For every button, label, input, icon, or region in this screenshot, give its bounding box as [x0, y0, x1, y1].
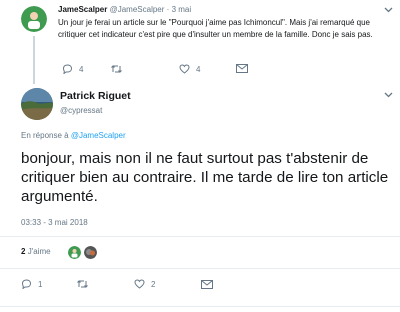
thread-connector-line — [33, 36, 35, 84]
retweet-icon — [110, 64, 123, 74]
retweet-button[interactable] — [76, 279, 95, 289]
like-count: 4 — [196, 64, 201, 74]
reply-button[interactable]: 4 — [62, 64, 83, 74]
header-separator: · — [166, 5, 170, 14]
in-reply-prefix: En réponse à — [21, 131, 69, 140]
parent-tweet-text: Un jour je ferai un article sur le "Pour… — [58, 18, 373, 39]
main-tweet-text: bonjour, mais non il ne faut surtout pas… — [21, 150, 389, 205]
parent-tweet-header: JameScalper @JameScalper · 3 mai — [58, 5, 191, 14]
liker-avatar[interactable] — [68, 246, 81, 259]
in-reply-to: En réponse à @JameScalper — [21, 131, 126, 140]
chevron-down-icon[interactable] — [384, 7, 393, 13]
parent-tweet-time[interactable]: 3 mai — [172, 5, 192, 14]
likes-summary-count: 2 — [21, 247, 26, 256]
retweet-icon — [76, 279, 89, 289]
reply-icon — [62, 64, 73, 74]
direct-message-button[interactable] — [236, 64, 248, 73]
parent-author-name[interactable]: JameScalper — [58, 5, 107, 14]
heart-icon — [179, 64, 190, 74]
avatar-patrick-riguet[interactable] — [21, 88, 53, 120]
liker-avatar[interactable] — [84, 246, 97, 259]
chevron-down-icon[interactable] — [384, 92, 393, 98]
main-tweet-timestamp[interactable]: 03:33 - 3 mai 2018 — [21, 218, 88, 227]
like-count: 2 — [151, 279, 156, 289]
parent-tweet-actions: 4 4 — [62, 64, 362, 76]
heart-icon — [134, 279, 145, 289]
avatar-jamescalper[interactable] — [21, 6, 47, 32]
reply-button[interactable]: 1 — [21, 279, 42, 289]
divider — [0, 236, 400, 237]
reply-count: 4 — [79, 64, 84, 74]
envelope-icon — [201, 280, 213, 289]
parent-author-handle[interactable]: @JameScalper — [110, 5, 165, 14]
reply-count: 1 — [38, 279, 43, 289]
main-tweet-actions: 1 2 — [21, 279, 351, 291]
retweet-button[interactable] — [110, 64, 129, 74]
like-button[interactable]: 4 — [179, 64, 200, 74]
divider — [0, 306, 400, 307]
divider — [0, 268, 400, 269]
likes-summary[interactable]: 2 J'aime — [21, 247, 51, 256]
direct-message-button[interactable] — [201, 280, 213, 289]
like-button[interactable]: 2 — [134, 279, 155, 289]
envelope-icon — [236, 64, 248, 73]
main-author-handle[interactable]: @cypressat — [60, 106, 102, 115]
likes-summary-label: J'aime — [27, 247, 51, 256]
main-author-name[interactable]: Patrick Riguet — [60, 90, 131, 102]
reply-icon — [21, 279, 32, 289]
in-reply-handle-link[interactable]: @JameScalper — [71, 131, 126, 140]
